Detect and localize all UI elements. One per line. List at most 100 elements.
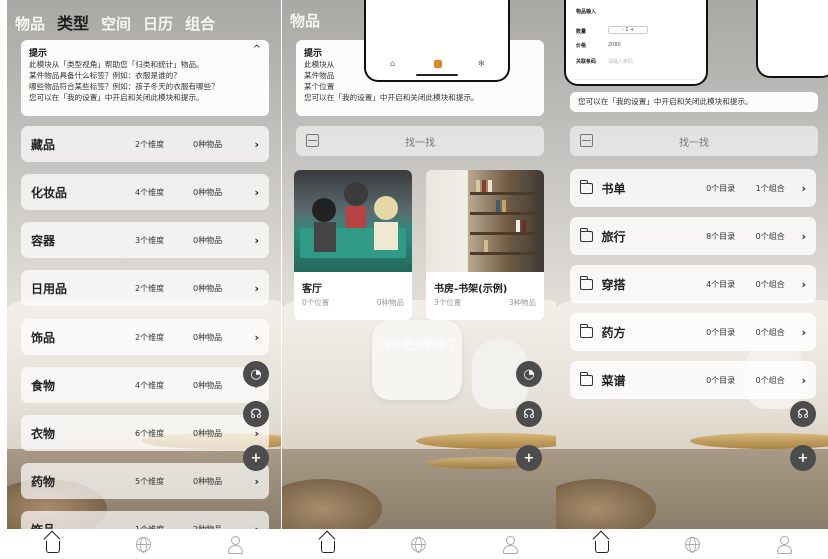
combo-groups: 1个组合 (755, 183, 785, 193)
nav-discover[interactable] (409, 534, 429, 554)
category-dims: 2个维度 (135, 283, 165, 293)
search-bar[interactable]: 找一找 (570, 126, 818, 156)
category-row[interactable]: 药物 5个维度 0种物品 › (21, 463, 269, 499)
category-dims: 2个维度 (135, 332, 165, 342)
tab-types[interactable]: 类型 (57, 10, 89, 34)
tab-items[interactable]: 物品 (15, 13, 45, 34)
home-indicator (416, 74, 458, 76)
minus-icon[interactable]: - (622, 27, 624, 33)
space-card[interactable]: 客厅 0个位置 0种物品 (294, 170, 412, 320)
nav-discover[interactable] (134, 534, 154, 554)
category-dims: 5个维度 (135, 476, 165, 486)
nav-profile[interactable] (774, 534, 794, 554)
gear-icon: ✻ (478, 59, 485, 68)
space-card[interactable]: 书房-书架(示例) 3个位置 3种物品 (426, 170, 544, 320)
pie-chart-icon[interactable]: ◔ (243, 361, 269, 387)
tip-line: 此模块从「类型视角」帮助您「归类和统计」物品。 (29, 60, 204, 69)
folder-icon (579, 371, 594, 386)
tab-combos[interactable]: 组合 (185, 13, 215, 34)
pie-chart-icon[interactable]: ◔ (516, 361, 542, 387)
chevron-right-icon: › (254, 474, 259, 488)
category-dims: 3个维度 (135, 235, 165, 245)
headset-icon[interactable]: ☊ (243, 401, 269, 427)
nav-discover[interactable] (683, 534, 703, 554)
combo-groups: 0个组合 (755, 375, 785, 385)
chevron-right-icon: › (801, 229, 806, 243)
background-pillow (372, 320, 462, 400)
plus-icon[interactable]: + (243, 445, 269, 471)
combo-name: 药方 (601, 325, 626, 340)
space-photo-art (300, 182, 406, 258)
chevron-right-icon: › (801, 373, 806, 387)
category-count: 0种物品 (193, 476, 223, 486)
category-name: 衣物 (31, 426, 56, 441)
category-row[interactable]: 容器 3个维度 0种物品 › (21, 222, 269, 258)
combo-row[interactable]: 菜谱 0个目录 0个组合 › (570, 361, 816, 399)
category-row[interactable]: 衣物 6个维度 0种物品 › (21, 415, 269, 451)
collapse-caret-icon[interactable]: ^ (253, 44, 261, 55)
box-icon (434, 60, 442, 68)
search-placeholder: 找一找 (679, 138, 709, 149)
chevron-right-icon: › (254, 233, 259, 247)
category-dims: 2个维度 (135, 139, 165, 149)
plus-icon[interactable]: + (516, 445, 542, 471)
category-count: 0种物品 (193, 428, 223, 438)
globe-icon (136, 536, 152, 553)
category-row[interactable]: 日用品 2个维度 0种物品 › (21, 270, 269, 306)
tip-line: 您可以在「我的设置」中开启和关闭此模块和提示。 (578, 97, 753, 106)
screen-types: 物品 类型 空间 日历 组合 提示 ^ 此模块从「类型视角」帮助您「归类和统计」… (7, 0, 281, 559)
category-row[interactable]: 食物 4个维度 0种物品 › (21, 367, 269, 403)
category-count: 0种物品 (193, 380, 223, 390)
nav-profile[interactable] (500, 534, 520, 554)
category-name: 药物 (31, 474, 56, 489)
price-value[interactable]: 2080 (608, 42, 621, 48)
headset-icon[interactable]: ☊ (516, 401, 542, 427)
combo-row[interactable]: 穿搭 4个目录 0个组合 › (570, 265, 816, 303)
combo-dirs: 4个目录 (706, 279, 736, 289)
headset-icon[interactable]: ☊ (790, 401, 816, 427)
tip-line: 某件物品具备什么标签？例如：衣服是谁的？ (29, 71, 181, 80)
chevron-right-icon: › (254, 185, 259, 199)
category-name: 藏品 (31, 137, 56, 152)
qty-label: 数量 (576, 29, 587, 35)
globe-icon (685, 536, 701, 553)
space-positions: 0个位置 (302, 298, 330, 307)
user-icon (227, 536, 244, 554)
chevron-right-icon: › (801, 181, 806, 195)
tab-spaces[interactable]: 空间 (101, 13, 131, 34)
nav-home[interactable] (318, 534, 338, 554)
search-bar[interactable]: 找一找 (296, 126, 544, 156)
plus-icon[interactable]: + (790, 445, 816, 471)
plus-icon[interactable]: + (630, 27, 634, 33)
folder-icon (579, 179, 594, 194)
category-row[interactable]: 饰品 2个维度 0种物品 › (21, 319, 269, 355)
category-name: 饰品 (31, 330, 56, 345)
nav-home[interactable] (592, 534, 612, 554)
nav-profile[interactable] (225, 534, 245, 554)
folder-icon (579, 275, 594, 290)
combo-groups: 0个组合 (755, 279, 785, 289)
category-row[interactable]: 化妆品 4个维度 0种物品 › (21, 174, 269, 210)
phone-mockup (756, 0, 828, 78)
link-input[interactable]: 请输入条码 (608, 58, 633, 65)
category-count: 0种物品 (193, 332, 223, 342)
category-count: 0种物品 (193, 187, 223, 197)
space-positions: 3个位置 (434, 298, 462, 307)
tab-items[interactable]: 物品 (290, 10, 320, 31)
chevron-right-icon: › (801, 277, 806, 291)
combo-row[interactable]: 旅行 8个目录 0个组合 › (570, 217, 816, 255)
phone-mockup: ⌂ ✻ (364, 0, 510, 82)
category-row[interactable]: 藏品 2个维度 0种物品 › (21, 126, 269, 162)
quantity-stepper[interactable]: - 1 + (608, 26, 648, 34)
space-photo (294, 170, 412, 272)
combo-dirs: 8个目录 (706, 231, 736, 241)
space-photo (426, 170, 544, 272)
tab-calendar[interactable]: 日历 (143, 13, 173, 34)
combo-row[interactable]: 书单 0个目录 1个组合 › (570, 169, 816, 207)
tip-line: 某个位置 (304, 82, 335, 91)
combo-row[interactable]: 药方 0个目录 0个组合 › (570, 313, 816, 351)
nav-home[interactable] (43, 534, 63, 554)
space-title: 客厅 (302, 284, 322, 295)
no-more-text: 没有更多数据了 (380, 338, 458, 351)
combo-dirs: 0个目录 (706, 327, 736, 337)
